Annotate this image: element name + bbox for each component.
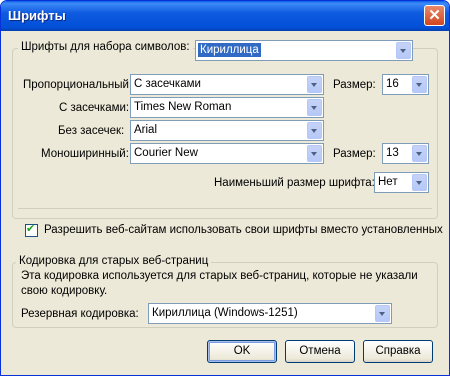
divider: [18, 208, 432, 209]
fallback-encoding-select[interactable]: Кириллица (Windows-1251): [148, 303, 392, 324]
charset-select[interactable]: Кириллица: [195, 40, 413, 61]
dialog-body: Шрифты для набора символов: Кириллица Пр…: [4, 31, 446, 372]
close-icon: ✕: [428, 7, 441, 24]
chevron-down-icon[interactable]: [412, 174, 427, 191]
mono-label: Моноширинный:: [41, 148, 129, 160]
min-size-select[interactable]: Нет: [374, 172, 429, 193]
charset-value: Кириллица: [198, 43, 261, 57]
chevron-down-icon[interactable]: [307, 122, 322, 139]
title-bar[interactable]: Шрифты ✕: [1, 1, 449, 31]
min-size-value: Нет: [378, 176, 398, 188]
serif-label: С засечками:: [59, 102, 130, 114]
proportional-size-select[interactable]: 16: [382, 74, 429, 95]
chevron-down-icon[interactable]: [396, 42, 411, 59]
allow-fonts-checkbox[interactable]: [25, 222, 38, 237]
help-button[interactable]: Справка: [363, 340, 433, 363]
min-size-label: Наименьший размер шрифта:: [214, 177, 375, 189]
close-button[interactable]: ✕: [424, 5, 445, 26]
proportional-size-value: 16: [386, 78, 399, 90]
sans-value: Arial: [134, 124, 158, 136]
charset-label: Шрифты для набора символов:: [18, 41, 193, 53]
proportional-size-label: Размер:: [333, 79, 376, 91]
encoding-title: Кодировка для старых веб-страниц: [16, 255, 212, 267]
proportional-select[interactable]: С засечками: [130, 74, 324, 95]
mono-select[interactable]: Courier New: [130, 143, 324, 164]
sans-label: Без засечек:: [58, 125, 125, 137]
window-title: Шрифты: [8, 8, 66, 23]
sans-select[interactable]: Arial: [130, 120, 324, 141]
encoding-description-line2: свою кодировку.: [21, 285, 108, 297]
fonts-dialog: Шрифты ✕ Шрифты для набора символов: Кир…: [0, 0, 450, 376]
chevron-down-icon[interactable]: [307, 145, 322, 162]
allow-fonts-label[interactable]: Разрешить веб-сайтам использовать свои ш…: [44, 224, 443, 236]
chevron-down-icon[interactable]: [412, 145, 427, 162]
mono-value: Courier New: [134, 147, 198, 159]
serif-value: Times New Roman: [134, 101, 232, 113]
mono-size-value: 13: [386, 147, 399, 159]
proportional-label: Пропорциональный: [23, 79, 129, 91]
mono-size-label: Размер:: [333, 148, 376, 160]
ok-button[interactable]: OK: [207, 340, 277, 363]
cancel-button[interactable]: Отмена: [285, 340, 355, 363]
serif-select[interactable]: Times New Roman: [130, 97, 324, 118]
chevron-down-icon[interactable]: [307, 99, 322, 116]
chevron-down-icon[interactable]: [307, 76, 322, 93]
chevron-down-icon[interactable]: [375, 305, 390, 322]
fallback-encoding-label: Резервная кодировка:: [21, 308, 139, 320]
fallback-encoding-value: Кириллица (Windows-1251): [152, 307, 298, 319]
proportional-value: С засечками: [134, 78, 201, 90]
chevron-down-icon[interactable]: [412, 76, 427, 93]
encoding-description-line1: Эта кодировка используется для старых ве…: [21, 270, 418, 282]
mono-size-select[interactable]: 13: [382, 143, 429, 164]
